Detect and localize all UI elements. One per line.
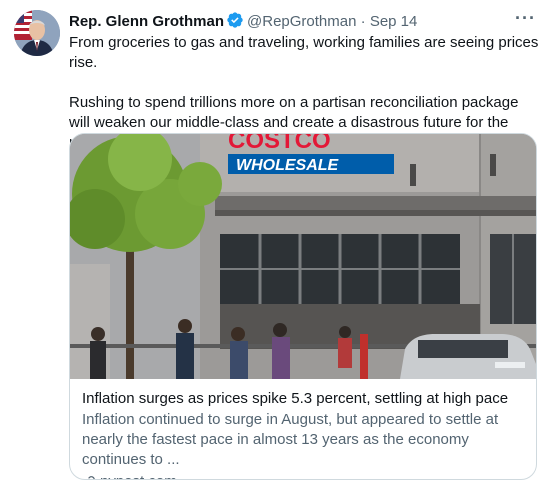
author-handle[interactable]: @RepGrothman — [247, 13, 356, 30]
more-options-icon[interactable]: ··· — [515, 8, 536, 29]
avatar[interactable] — [14, 10, 60, 56]
verified-badge-icon — [226, 11, 244, 29]
separator-dot: · — [360, 13, 366, 30]
link-preview-card[interactable]: COSTCO WHOLESALE Inflation surges as pri… — [69, 133, 537, 480]
avatar-portrait-image — [14, 10, 60, 56]
costco-sign-top: COSTCO — [228, 134, 331, 154]
tweet-paragraph: From groceries to gas and traveling, wor… — [69, 34, 539, 71]
card-image[interactable]: COSTCO WHOLESALE — [70, 134, 536, 379]
card-description: Inflation continued to surge in August, … — [82, 411, 499, 468]
costco-sign-bottom: WHOLESALE — [236, 157, 340, 174]
costco-storefront-image: COSTCO WHOLESALE — [70, 134, 536, 379]
tweet-date[interactable]: Sep 14 — [370, 13, 418, 30]
card-source[interactable]: nypost.com — [82, 472, 524, 479]
card-meta: Inflation surges as prices spike 5.3 per… — [82, 389, 524, 479]
card-title[interactable]: Inflation surges as prices spike 5.3 per… — [82, 389, 524, 409]
card-source-domain: nypost.com — [100, 472, 177, 479]
link-icon — [82, 475, 96, 479]
tweet-header: Rep. Glenn Grothman @RepGrothman · Sep 14 — [69, 11, 536, 31]
author-name[interactable]: Rep. Glenn Grothman — [69, 13, 224, 30]
